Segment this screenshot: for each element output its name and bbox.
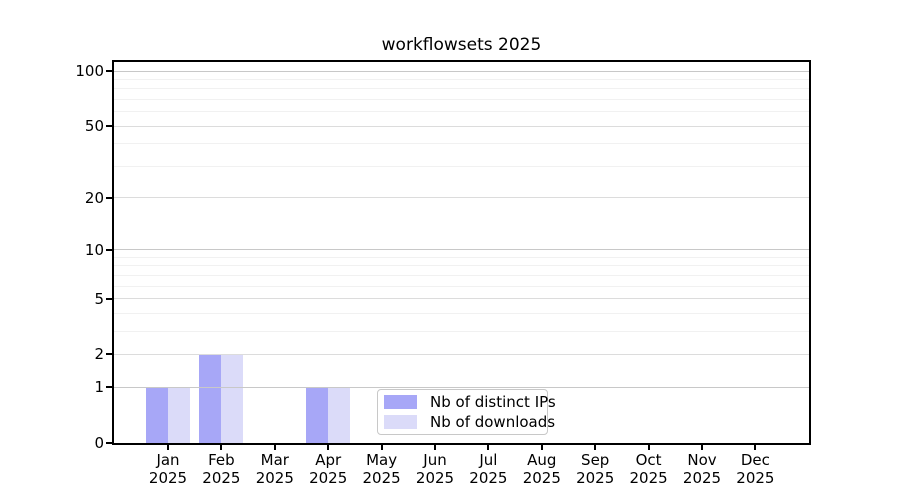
x-axis-tick [380,445,383,450]
x-axis-tick [487,445,490,450]
y-axis-tick [106,386,113,389]
bar-downloads-feb [221,354,244,443]
bar-distinct-ips-apr [306,387,329,443]
x-axis-tick [540,445,543,450]
y-axis-tick [106,353,113,356]
major-gridline [114,125,809,127]
x-axis-tick [273,445,276,450]
y-tick-label: 10 [84,240,104,259]
bar-downloads-jan [168,387,190,443]
minor-gridline [114,88,809,90]
decade-gridline [114,386,809,388]
x-tick-month: Dec [740,451,770,469]
plot-area [112,60,811,445]
major-gridline [114,353,809,355]
minor-gridline [114,274,809,276]
minor-gridline [114,265,809,267]
x-axis-tick [754,445,757,450]
legend-swatch-downloads [384,414,417,429]
bar-downloads-apr [328,387,351,443]
minor-gridline [114,78,809,80]
x-axis-tick [594,445,597,450]
y-axis-tick [106,125,113,128]
x-axis-tick [167,445,169,450]
y-tick-label: 1 [94,378,104,397]
x-axis-tick [327,445,330,450]
y-tick-label: 5 [94,289,104,308]
y-tick-label: 0 [94,434,104,452]
minor-gridline [114,330,809,332]
bar-distinct-ips-feb [199,354,222,443]
legend-swatch-distinct-ips [384,395,417,410]
legend-label-downloads: Nb of downloads [430,412,556,431]
y-axis-tick [106,297,113,300]
y-axis-tick [106,442,113,444]
legend-item-downloads: Nb of downloads [384,413,555,431]
minor-gridline [114,111,809,113]
legend-label-distinct-ips: Nb of distinct IPs [430,393,556,412]
y-axis-tick [106,70,113,73]
x-tick-year: 2025 [736,469,775,487]
major-gridline [114,298,809,300]
x-axis-tick [220,445,223,450]
x-axis-tick [434,445,436,450]
chart-title: workflowsets 2025 [381,35,542,55]
y-tick-label: 20 [84,188,104,207]
y-axis-tick [106,196,113,199]
x-axis-tick [647,445,650,450]
decade-gridline [114,70,809,72]
minor-gridline [114,285,809,287]
major-gridline [114,197,809,199]
plot-canvas [114,62,809,443]
decade-gridline [114,249,809,251]
minor-gridline [114,143,809,145]
x-tick-label: Dec 2025 [723,451,787,487]
minor-gridline [114,165,809,167]
legend: Nb of distinct IPs Nb of downloads [377,389,556,435]
x-axis-tick [701,445,703,450]
legend-item-distinct-ips: Nb of distinct IPs [384,393,556,411]
minor-gridline [114,312,809,314]
minor-gridline [114,256,809,258]
y-tick-label: 50 [84,117,104,136]
chart-figure: workflowsets 2025 0 1 2 5 10 20 50 100 Jan 2025 Fe… [0,0,900,500]
y-tick-label: 100 [75,62,104,81]
y-axis-tick [106,248,113,251]
bar-distinct-ips-jan [146,387,168,443]
minor-gridline [114,98,809,100]
y-tick-label: 2 [94,345,104,364]
